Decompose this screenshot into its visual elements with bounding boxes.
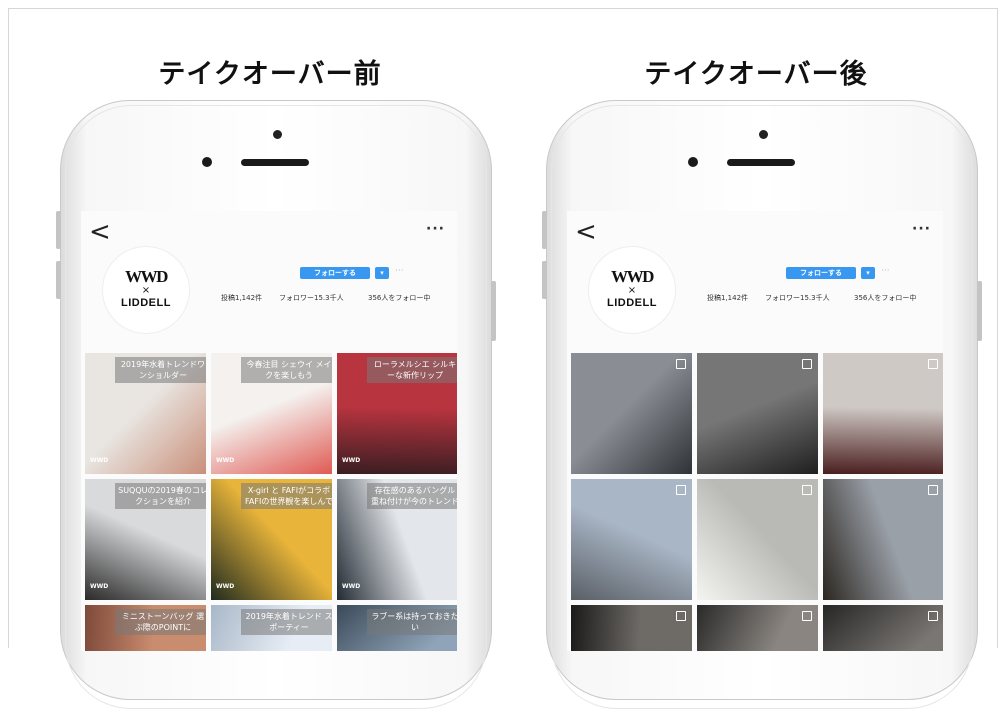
post-thumbnail[interactable]: ラブー系は持っておきたいWWD bbox=[337, 605, 457, 651]
profile-more-icon[interactable]: ··· bbox=[881, 266, 890, 276]
post-thumbnail[interactable] bbox=[823, 479, 943, 600]
logo-liddell: LIDDELL bbox=[607, 297, 657, 309]
heading-before: テイクオーバー前 bbox=[158, 59, 382, 90]
speaker-grille bbox=[727, 159, 795, 166]
multi-photo-icon bbox=[928, 485, 938, 495]
dropdown-button[interactable]: ▾ bbox=[861, 267, 875, 279]
post-thumbnail[interactable]: 2019年水着トレンド スポーティーWWD bbox=[211, 605, 332, 651]
multi-photo-icon bbox=[676, 485, 686, 495]
speaker-grille bbox=[241, 159, 309, 166]
watermark-logo: WWD bbox=[216, 583, 235, 590]
post-thumbnail[interactable] bbox=[571, 353, 692, 474]
post-caption: 今春注目 シェウイ メイクを楽しもう bbox=[241, 357, 332, 383]
post-thumbnail[interactable]: 存在感のあるバングル 重ね付けが今のトレンド WWD bbox=[337, 479, 457, 600]
post-thumbnail[interactable] bbox=[571, 605, 692, 651]
post-thumbnail[interactable]: 今春注目 シェウイ メイクを楽しもう WWD bbox=[211, 353, 332, 474]
post-thumbnail[interactable]: ローラメルシエ シルキーな新作リップ WWD bbox=[337, 353, 457, 474]
side-button bbox=[542, 211, 547, 249]
phone-before: < ··· WWD × LIDDELL フォローする ▾ ··· 投稿1,142… bbox=[56, 100, 496, 709]
post-caption: ミニストーンバッグ 選ぶ際のPOINTに bbox=[115, 609, 206, 635]
dropdown-button[interactable]: ▾ bbox=[375, 267, 389, 279]
more-options-icon[interactable]: ··· bbox=[912, 221, 931, 237]
avatar[interactable]: WWD × LIDDELL bbox=[103, 247, 189, 333]
following-count[interactable]: 356人をフォロー中 bbox=[854, 293, 916, 303]
logo-x: × bbox=[141, 285, 151, 296]
posts-count: 投稿1,142件 bbox=[707, 294, 749, 302]
watermark-logo: WWD bbox=[216, 457, 235, 464]
logo-wwd: WWD bbox=[611, 267, 654, 286]
posts-count: 投稿1,142件 bbox=[221, 294, 263, 302]
post-caption: 2019年水着トレンドワンショルダー bbox=[115, 357, 206, 383]
followers-count[interactable]: フォロワー15.3千人 bbox=[765, 293, 830, 303]
multi-photo-icon bbox=[676, 359, 686, 369]
post-thumbnail[interactable] bbox=[697, 605, 818, 651]
post-thumbnail[interactable] bbox=[571, 479, 692, 600]
side-button bbox=[56, 261, 61, 299]
watermark-logo: WWD bbox=[342, 583, 361, 590]
post-thumbnail[interactable] bbox=[697, 353, 818, 474]
watermark-logo: WWD bbox=[90, 583, 109, 590]
post-thumbnail[interactable] bbox=[823, 605, 943, 651]
side-button bbox=[491, 281, 496, 341]
post-caption: ラブー系は持っておきたい bbox=[367, 609, 457, 635]
post-thumbnail[interactable] bbox=[697, 479, 818, 600]
side-button bbox=[542, 261, 547, 299]
post-caption: SUQQUの2019春のコレクションを紹介 bbox=[115, 483, 206, 509]
sensor-icon bbox=[759, 130, 768, 139]
followers-count[interactable]: フォロワー15.3千人 bbox=[279, 293, 344, 303]
post-thumbnail[interactable] bbox=[823, 353, 943, 474]
multi-photo-icon bbox=[802, 359, 812, 369]
multi-photo-icon bbox=[802, 485, 812, 495]
avatar[interactable]: WWD × LIDDELL bbox=[589, 247, 675, 333]
watermark-logo: WWD bbox=[90, 457, 109, 464]
post-thumbnail[interactable]: ミニストーンバッグ 選ぶ際のPOINTにWWD bbox=[85, 605, 206, 651]
back-button[interactable]: < bbox=[575, 217, 597, 247]
back-button[interactable]: < bbox=[89, 217, 111, 247]
heading-after: テイクオーバー後 bbox=[644, 59, 868, 90]
sensor-icon bbox=[273, 130, 282, 139]
watermark-logo: WWD bbox=[342, 457, 361, 464]
follow-button[interactable]: フォローする bbox=[786, 267, 856, 279]
multi-photo-icon bbox=[928, 611, 938, 621]
more-options-icon[interactable]: ··· bbox=[426, 221, 445, 237]
camera-icon bbox=[202, 157, 212, 167]
logo-x: × bbox=[627, 285, 637, 296]
side-button bbox=[56, 211, 61, 249]
screen-after: < ··· WWD × LIDDELL フォローする ▾ ··· 投稿1,142… bbox=[567, 211, 943, 651]
multi-photo-icon bbox=[676, 611, 686, 621]
post-caption: 存在感のあるバングル 重ね付けが今のトレンド bbox=[367, 483, 457, 509]
following-count[interactable]: 356人をフォロー中 bbox=[368, 293, 430, 303]
camera-icon bbox=[688, 157, 698, 167]
multi-photo-icon bbox=[802, 611, 812, 621]
profile-more-icon[interactable]: ··· bbox=[395, 266, 404, 276]
post-caption: ローラメルシエ シルキーな新作リップ bbox=[367, 357, 457, 383]
screen-before: < ··· WWD × LIDDELL フォローする ▾ ··· 投稿1,142… bbox=[81, 211, 457, 651]
side-button bbox=[977, 281, 982, 341]
follow-button[interactable]: フォローする bbox=[300, 267, 370, 279]
logo-liddell: LIDDELL bbox=[121, 297, 171, 309]
logo-wwd: WWD bbox=[125, 267, 168, 286]
post-thumbnail[interactable]: SUQQUの2019春のコレクションを紹介 WWD bbox=[85, 479, 206, 600]
multi-photo-icon bbox=[928, 359, 938, 369]
post-thumbnail[interactable]: X-girl と FAFIがコラボ FAFIの世界観を楽しんで WWD bbox=[211, 479, 332, 600]
phone-after: < ··· WWD × LIDDELL フォローする ▾ ··· 投稿1,142… bbox=[542, 100, 982, 709]
post-thumbnail[interactable]: 2019年水着トレンドワンショルダー WWD bbox=[85, 353, 206, 474]
post-caption: 2019年水着トレンド スポーティー bbox=[241, 609, 332, 635]
post-caption: X-girl と FAFIがコラボ FAFIの世界観を楽しんで bbox=[241, 483, 332, 509]
